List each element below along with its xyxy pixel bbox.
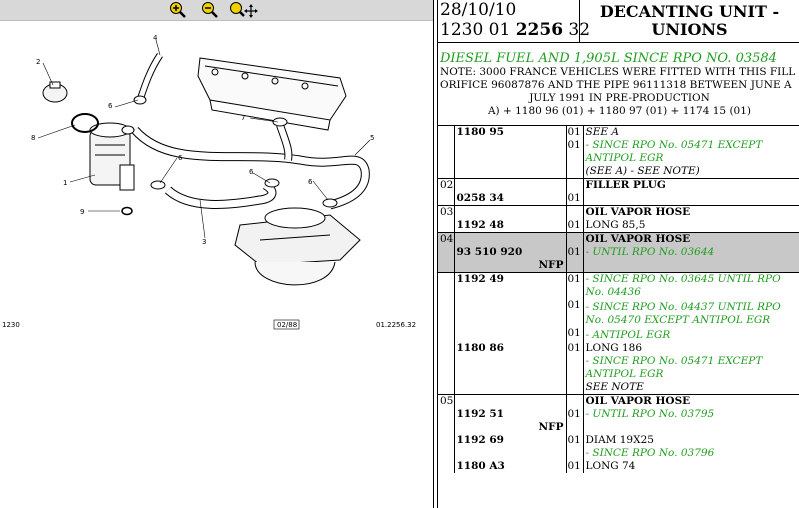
table-row[interactable]: 1192 49 01- SINCE RPO No. 03645 UNTIL RPO… <box>438 272 799 299</box>
table-row[interactable]: 1180 A3 01 LONG 74 <box>438 460 799 473</box>
diagram-pane: 2 4 5 6 6 6 6 7 8 1 9 3 1230 02/88 01.22… <box>0 0 433 508</box>
callout-6c: 6 <box>249 168 254 176</box>
callout-8: 8 <box>31 134 35 142</box>
table-row[interactable]: 01- ANTIPOL EGR <box>438 327 799 342</box>
table-row[interactable]: NFP <box>438 421 799 434</box>
parts-header: 28/10/10 1230 01 2256 32 DECANTING UNIT … <box>438 0 799 43</box>
callout-6b: 6 <box>178 154 183 162</box>
callout-6a: 6 <box>108 102 113 110</box>
parts-table: 1180 95 01 SEE A 01 - SINCE RPO No. 05471 … <box>438 125 799 473</box>
callout-9: 9 <box>80 208 84 216</box>
zoom-in-icon[interactable] <box>168 1 188 19</box>
exploded-parts-diagram: 2 4 5 6 6 6 6 7 8 1 9 3 1230 02/88 01.22… <box>2 34 416 330</box>
table-row[interactable]: 1180 95 01 SEE A <box>438 125 799 139</box>
table-row[interactable]: 05 OIL VAPOR HOSE <box>438 394 799 408</box>
table-row-selected[interactable]: 04 OIL VAPOR HOSE <box>438 232 799 246</box>
table-row[interactable]: 1192 69 01 DIAM 19X25- SINCE RPO No. 0379… <box>438 434 799 460</box>
callout-2: 2 <box>36 58 40 66</box>
table-row[interactable]: 02 FILLER PLUG <box>438 178 799 192</box>
table-row[interactable]: 1192 48 01 LONG 85,5 <box>438 219 799 233</box>
diagram-footer-mid: 02/88 <box>277 321 297 329</box>
parts-pane: 28/10/10 1230 01 2256 32 DECANTING UNIT … <box>438 0 799 508</box>
diagram-footer-left: 1230 <box>2 321 20 329</box>
header-reference: 1230 01 2256 32 <box>440 20 591 40</box>
callout-1: 1 <box>63 179 67 187</box>
table-row-selected[interactable]: 93 510 920 01- UNTIL RPO No. 03644 <box>438 246 799 259</box>
diagram-footer-right: 01.2256.32 <box>376 321 416 329</box>
note-green: DIESEL FUEL AND 1,905L SINCE RPO NO. 035… <box>440 51 777 66</box>
table-row[interactable]: 1192 51 01- UNTIL RPO No. 03795 <box>438 408 799 421</box>
callout-3: 3 <box>202 238 206 246</box>
callout-6d: 6 <box>308 178 313 186</box>
table-row-selected[interactable]: NFP <box>438 259 799 273</box>
callout-7: 7 <box>241 114 245 122</box>
filler-cap <box>42 81 68 103</box>
page-title: DECANTING UNIT - UNIONS <box>599 2 780 39</box>
table-row[interactable]: 03 OIL VAPOR HOSE <box>438 205 799 219</box>
engine-cover <box>197 57 347 131</box>
washer <box>121 206 133 216</box>
table-row[interactable]: 01- SINCE RPO No. 04437 UNTIL RPO No. 05… <box>438 299 799 327</box>
zoom-out-icon[interactable] <box>200 1 220 19</box>
seal-ring <box>71 113 99 133</box>
table-row[interactable]: 01 - SINCE RPO No. 05471 EXCEPT ANTIPOL … <box>438 139 799 179</box>
zoom-move-icon[interactable] <box>228 1 258 19</box>
header-date: 28/10/10 <box>440 0 517 20</box>
callout-5: 5 <box>370 134 374 142</box>
pump-assembly <box>234 207 361 286</box>
diagram-toolbar <box>0 0 433 21</box>
table-row[interactable]: 1180 86 01 LONG 186- SINCE RPO No. 05471 … <box>438 342 799 395</box>
table-row[interactable]: 0258 34 01 <box>438 192 799 206</box>
callout-4: 4 <box>153 34 158 42</box>
application-notes: DIESEL FUEL AND 1,905L SINCE RPO NO. 035… <box>440 51 799 118</box>
